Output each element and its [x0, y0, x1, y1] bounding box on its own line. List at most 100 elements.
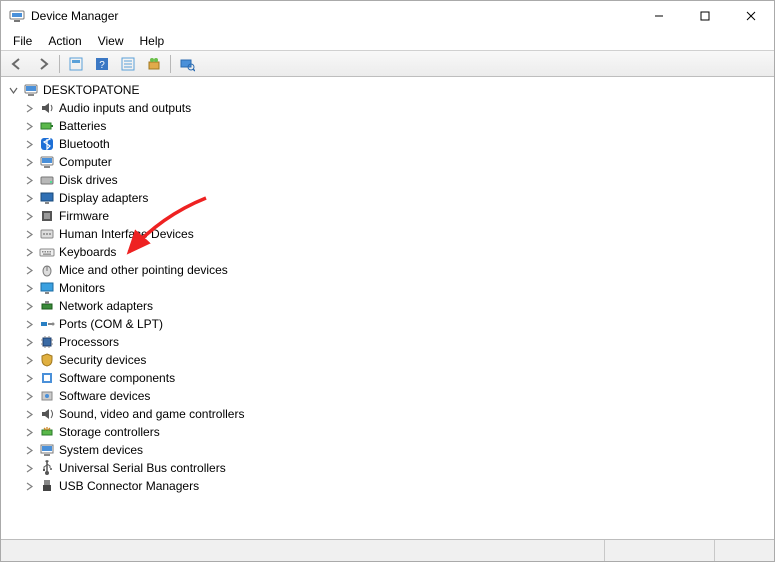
- monitor-icon: [39, 280, 55, 296]
- device-tree[interactable]: DESKTOPATONE Audio inputs and outputs Bat…: [1, 77, 774, 533]
- scan-hardware-button[interactable]: [175, 53, 199, 75]
- toolbar: ?: [1, 51, 774, 77]
- tree-item[interactable]: Display adapters: [1, 189, 774, 207]
- toolbar-separator: [59, 55, 60, 73]
- minimize-button[interactable]: [636, 1, 682, 31]
- chevron-right-icon[interactable]: [23, 390, 35, 402]
- system-icon: [39, 442, 55, 458]
- chevron-right-icon[interactable]: [23, 480, 35, 492]
- computer-icon: [39, 154, 55, 170]
- chevron-right-icon[interactable]: [23, 354, 35, 366]
- menu-view[interactable]: View: [90, 32, 132, 50]
- mouse-icon: [39, 262, 55, 278]
- storage-icon: [39, 424, 55, 440]
- usbconn-icon: [39, 478, 55, 494]
- menu-help[interactable]: Help: [132, 32, 173, 50]
- tree-item[interactable]: Firmware: [1, 207, 774, 225]
- show-hidden-button[interactable]: [64, 53, 88, 75]
- tree-item[interactable]: Computer: [1, 153, 774, 171]
- update-driver-button[interactable]: [142, 53, 166, 75]
- device-manager-icon: [9, 8, 25, 24]
- chevron-right-icon[interactable]: [23, 408, 35, 420]
- chevron-right-icon[interactable]: [23, 264, 35, 276]
- tree-item[interactable]: Mice and other pointing devices: [1, 261, 774, 279]
- display-icon: [39, 190, 55, 206]
- statusbar: [1, 539, 774, 561]
- forward-button[interactable]: [31, 53, 55, 75]
- tree-item[interactable]: Software devices: [1, 387, 774, 405]
- chevron-right-icon[interactable]: [23, 174, 35, 186]
- close-button[interactable]: [728, 1, 774, 31]
- window-controls: [636, 1, 774, 31]
- tree-item[interactable]: Storage controllers: [1, 423, 774, 441]
- chevron-down-icon[interactable]: [7, 84, 19, 96]
- tree-item-label: Bluetooth: [59, 137, 110, 151]
- tree-item[interactable]: Bluetooth: [1, 135, 774, 153]
- chevron-right-icon[interactable]: [23, 444, 35, 456]
- tree-item[interactable]: Universal Serial Bus controllers: [1, 459, 774, 477]
- tree-item-label: Keyboards: [59, 245, 116, 259]
- computer-icon: [23, 82, 39, 98]
- tree-item[interactable]: Batteries: [1, 117, 774, 135]
- tree-item[interactable]: Human Interface Devices: [1, 225, 774, 243]
- maximize-button[interactable]: [682, 1, 728, 31]
- menu-action[interactable]: Action: [40, 32, 89, 50]
- chevron-right-icon[interactable]: [23, 228, 35, 240]
- chevron-right-icon[interactable]: [23, 102, 35, 114]
- back-button[interactable]: [5, 53, 29, 75]
- swdev-icon: [39, 388, 55, 404]
- tree-item-label: USB Connector Managers: [59, 479, 199, 493]
- tree-item-label: Monitors: [59, 281, 105, 295]
- tree-item-label: Batteries: [59, 119, 106, 133]
- chevron-right-icon[interactable]: [23, 426, 35, 438]
- chevron-right-icon[interactable]: [23, 210, 35, 222]
- tree-item-label: Processors: [59, 335, 119, 349]
- help-button[interactable]: ?: [90, 53, 114, 75]
- tree-item[interactable]: Audio inputs and outputs: [1, 99, 774, 117]
- chevron-right-icon[interactable]: [23, 462, 35, 474]
- sound-icon: [39, 406, 55, 422]
- statusbar-cell: [714, 540, 774, 561]
- chevron-right-icon[interactable]: [23, 120, 35, 132]
- tree-root[interactable]: DESKTOPATONE: [1, 81, 774, 99]
- menubar: File Action View Help: [1, 31, 774, 51]
- tree-item[interactable]: Keyboards: [1, 243, 774, 261]
- disk-icon: [39, 172, 55, 188]
- usb-icon: [39, 460, 55, 476]
- tree-item[interactable]: Processors: [1, 333, 774, 351]
- tree-item-label: Disk drives: [59, 173, 118, 187]
- tree-item[interactable]: Ports (COM & LPT): [1, 315, 774, 333]
- chevron-right-icon[interactable]: [23, 246, 35, 258]
- tree-item-label: Display adapters: [59, 191, 148, 205]
- properties-button[interactable]: [116, 53, 140, 75]
- network-icon: [39, 298, 55, 314]
- tree-item[interactable]: Security devices: [1, 351, 774, 369]
- battery-icon: [39, 118, 55, 134]
- chevron-right-icon[interactable]: [23, 192, 35, 204]
- chevron-right-icon[interactable]: [23, 138, 35, 150]
- menu-file[interactable]: File: [5, 32, 40, 50]
- statusbar-main: [1, 540, 604, 561]
- tree-item[interactable]: Disk drives: [1, 171, 774, 189]
- chevron-right-icon[interactable]: [23, 282, 35, 294]
- tree-item[interactable]: System devices: [1, 441, 774, 459]
- statusbar-cell: [604, 540, 714, 561]
- window-title: Device Manager: [31, 9, 118, 23]
- tree-item-label: System devices: [59, 443, 143, 457]
- hid-icon: [39, 226, 55, 242]
- bluetooth-icon: [39, 136, 55, 152]
- tree-item[interactable]: Network adapters: [1, 297, 774, 315]
- chevron-right-icon[interactable]: [23, 300, 35, 312]
- swcomp-icon: [39, 370, 55, 386]
- tree-item[interactable]: USB Connector Managers: [1, 477, 774, 495]
- chevron-right-icon[interactable]: [23, 372, 35, 384]
- titlebar: Device Manager: [1, 1, 774, 31]
- tree-item-label: Audio inputs and outputs: [59, 101, 191, 115]
- chevron-right-icon[interactable]: [23, 336, 35, 348]
- chevron-right-icon[interactable]: [23, 318, 35, 330]
- tree-item[interactable]: Sound, video and game controllers: [1, 405, 774, 423]
- tree-item[interactable]: Monitors: [1, 279, 774, 297]
- chevron-right-icon[interactable]: [23, 156, 35, 168]
- tree-item[interactable]: Software components: [1, 369, 774, 387]
- security-icon: [39, 352, 55, 368]
